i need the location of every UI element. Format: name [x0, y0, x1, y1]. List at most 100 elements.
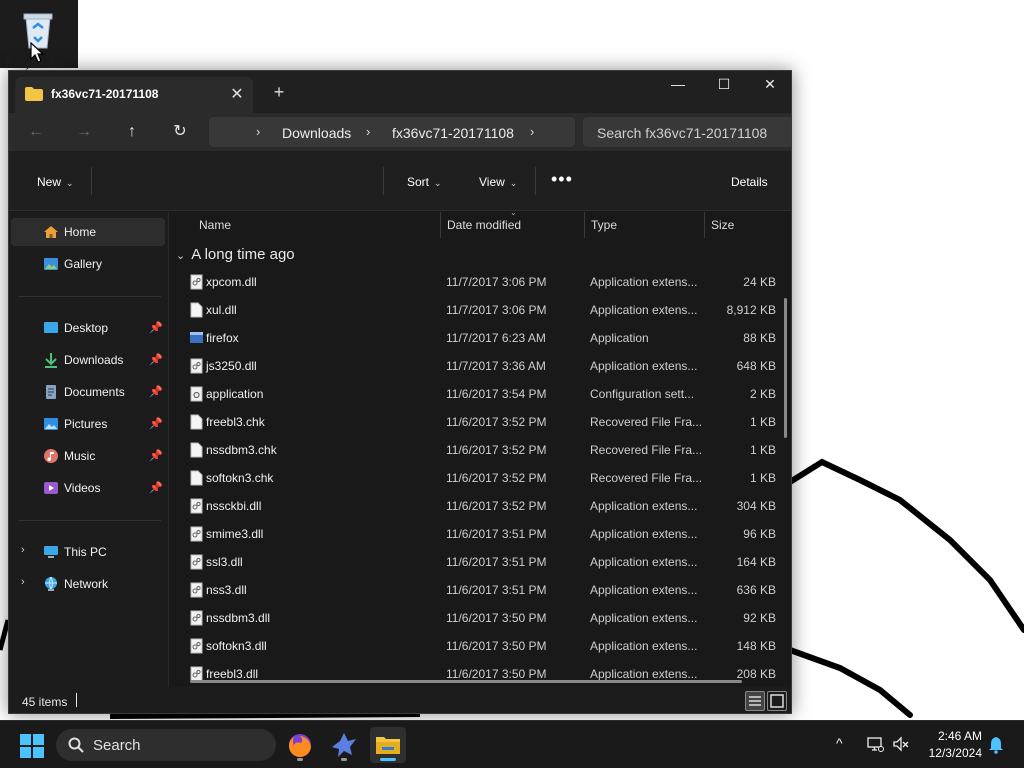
- column-divider[interactable]: [440, 212, 441, 238]
- tab-close-icon[interactable]: ✕: [227, 85, 247, 105]
- status-divider: [76, 693, 77, 707]
- file-name: softokn3.dll: [206, 639, 267, 653]
- documents-icon: [46, 385, 56, 399]
- group-header[interactable]: ⌄ A long time ago: [176, 246, 295, 263]
- pin-icon[interactable]: 📌: [149, 481, 163, 494]
- chevron-right-icon[interactable]: ›: [21, 576, 25, 588]
- file-type: Recovered File Fra...: [590, 443, 702, 457]
- column-date-modified[interactable]: Date modified: [447, 218, 521, 232]
- pin-icon[interactable]: 📌: [149, 321, 163, 334]
- sidebar-item-label: Downloads: [64, 353, 124, 367]
- new-label: New: [37, 175, 62, 189]
- windows-start-icon[interactable]: [20, 734, 44, 758]
- address-bar[interactable]: › Downloads › fx36vc71-20171108 ›: [209, 117, 575, 147]
- maximize-button[interactable]: ☐: [701, 71, 747, 97]
- back-arrow-icon[interactable]: ←: [23, 120, 49, 144]
- network-status-icon[interactable]: [866, 735, 884, 753]
- file-type: Recovered File Fra...: [590, 471, 702, 485]
- file-row[interactable]: nssdbm3.dll 11/6/2017 3:50 PM Application …: [170, 604, 786, 632]
- file-type: Application extens...: [590, 667, 698, 681]
- file-date: 11/6/2017 3:52 PM: [446, 415, 547, 429]
- sort-label: Sort: [407, 175, 430, 189]
- file-blank-icon: [190, 442, 203, 458]
- breadcrumb-downloads[interactable]: Downloads: [282, 125, 351, 141]
- new-tab-button[interactable]: +: [267, 81, 291, 105]
- taskbar-bird-app[interactable]: [326, 727, 362, 763]
- sidebar-item-documents[interactable]: Documents 📌: [11, 378, 165, 406]
- search-icon: [68, 737, 84, 753]
- chevron-right-icon[interactable]: ›: [21, 544, 25, 556]
- close-button[interactable]: ✕: [747, 71, 791, 97]
- file-row[interactable]: nssckbi.dll 11/6/2017 3:52 PM Application …: [170, 492, 786, 520]
- sort-button[interactable]: Sort ⌄: [407, 175, 442, 189]
- clock-time[interactable]: 2:46 AM: [932, 729, 982, 743]
- chevron-down-icon: ⌄: [434, 178, 442, 188]
- minimize-button[interactable]: —: [655, 71, 701, 97]
- file-row[interactable]: softokn3.dll 11/6/2017 3:50 PM Application…: [170, 632, 786, 660]
- more-options-icon[interactable]: •••: [551, 169, 573, 190]
- up-arrow-icon[interactable]: ↑: [119, 120, 145, 144]
- chevron-right-icon[interactable]: ›: [256, 124, 260, 139]
- file-name: nss3.dll: [206, 583, 247, 597]
- clock-date[interactable]: 12/3/2024: [922, 746, 982, 760]
- sidebar-item-downloads[interactable]: Downloads 📌: [11, 346, 165, 374]
- file-type: Configuration sett...: [590, 387, 695, 401]
- file-row[interactable]: nssdbm3.chk 11/6/2017 3:52 PM Recovered Fi…: [170, 436, 786, 464]
- file-row[interactable]: application 11/6/2017 3:54 PM Configuratio…: [170, 380, 786, 408]
- column-divider[interactable]: [704, 212, 705, 238]
- file-type: Application extens...: [590, 303, 698, 317]
- vertical-scrollbar[interactable]: [784, 298, 787, 438]
- file-name: js3250.dll: [206, 359, 257, 373]
- horizontal-scrollbar[interactable]: [190, 680, 742, 683]
- notification-bell-icon[interactable]: [988, 736, 1004, 754]
- chevron-right-icon[interactable]: ›: [366, 124, 370, 139]
- file-type: Application extens...: [590, 359, 698, 373]
- sidebar-item-music[interactable]: Music 📌: [11, 442, 165, 470]
- sidebar-item-pictures[interactable]: Pictures 📌: [11, 410, 165, 438]
- pin-icon[interactable]: 📌: [149, 353, 163, 366]
- search-box[interactable]: Search fx36vc71-20171108: [583, 117, 791, 147]
- sidebar-item-network[interactable]: › Network: [11, 570, 165, 598]
- tab-fx36vc71[interactable]: fx36vc71-20171108 ✕: [15, 77, 253, 113]
- column-divider[interactable]: [584, 212, 585, 238]
- file-row[interactable]: xpcom.dll 11/7/2017 3:06 PM Application ex…: [170, 268, 786, 296]
- tray-overflow-chevron-icon[interactable]: ^: [836, 735, 843, 751]
- file-row[interactable]: nss3.dll 11/6/2017 3:51 PM Application ext…: [170, 576, 786, 604]
- sidebar-item-gallery[interactable]: Gallery: [11, 250, 165, 278]
- file-size: 164 KB: [736, 555, 776, 569]
- file-row[interactable]: ssl3.dll 11/6/2017 3:51 PM Application ext…: [170, 548, 786, 576]
- chevron-right-icon[interactable]: ›: [530, 124, 534, 139]
- details-button[interactable]: Details: [731, 175, 768, 189]
- sidebar-item-this-pc[interactable]: › This PC: [11, 538, 165, 566]
- file-size: 24 KB: [743, 275, 776, 289]
- sidebar-item-home[interactable]: Home: [11, 218, 165, 246]
- column-name[interactable]: Name: [199, 218, 231, 232]
- tiles-view-button[interactable]: [767, 691, 787, 711]
- pin-icon[interactable]: 📌: [149, 449, 163, 462]
- view-button[interactable]: View ⌄: [479, 175, 517, 189]
- file-dll-icon: [190, 526, 203, 542]
- taskbar-search-box[interactable]: Search: [56, 729, 276, 761]
- details-view-button[interactable]: [745, 691, 765, 711]
- file-row[interactable]: firefox 11/7/2017 6:23 AM Application 88 KB: [170, 324, 786, 352]
- file-row[interactable]: xul.dll 11/7/2017 3:06 PM Application exte…: [170, 296, 786, 324]
- file-row[interactable]: js3250.dll 11/7/2017 3:36 AM Application e…: [170, 352, 786, 380]
- sidebar-item-desktop[interactable]: Desktop 📌: [11, 314, 165, 342]
- forward-arrow-icon[interactable]: →: [71, 120, 97, 144]
- sidebar-item-videos[interactable]: Videos 📌: [11, 474, 165, 502]
- column-size[interactable]: Size: [711, 218, 734, 232]
- file-date: 11/7/2017 3:06 PM: [446, 303, 547, 317]
- taskbar-firefox[interactable]: [282, 727, 318, 763]
- file-row[interactable]: softokn3.chk 11/6/2017 3:52 PM Recovered F…: [170, 464, 786, 492]
- file-row[interactable]: smime3.dll 11/6/2017 3:51 PM Application e…: [170, 520, 786, 548]
- column-type[interactable]: Type: [591, 218, 617, 232]
- refresh-icon[interactable]: ↻: [167, 120, 193, 144]
- new-button[interactable]: New ⌄: [37, 175, 74, 189]
- pin-icon[interactable]: 📌: [149, 385, 163, 398]
- pin-icon[interactable]: 📌: [149, 417, 163, 430]
- breadcrumb-current-folder[interactable]: fx36vc71-20171108: [392, 125, 514, 141]
- sort-indicator-icon: ⌄: [510, 212, 517, 217]
- volume-muted-icon[interactable]: [892, 735, 910, 753]
- taskbar-file-explorer[interactable]: [370, 727, 406, 763]
- file-row[interactable]: freebl3.chk 11/6/2017 3:52 PM Recovered Fi…: [170, 408, 786, 436]
